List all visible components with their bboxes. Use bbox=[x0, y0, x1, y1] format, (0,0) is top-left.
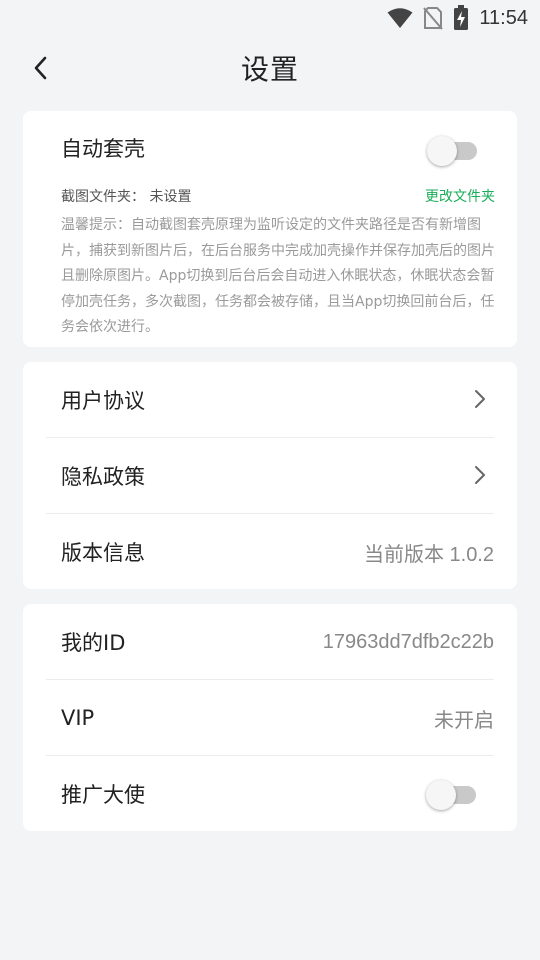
toggle-thumb bbox=[427, 136, 457, 166]
user-agreement-label: 用户协议 bbox=[61, 389, 145, 413]
header: 设置 bbox=[0, 36, 540, 98]
status-time: 11:54 bbox=[479, 6, 528, 29]
chevron-right-icon bbox=[475, 390, 485, 408]
ambassador-row: 推广大使 bbox=[46, 756, 494, 832]
ambassador-label: 推广大使 bbox=[61, 783, 145, 807]
folder-row: 截图文件夹： 未设置 更改文件夹 bbox=[61, 186, 495, 206]
vip-label: VIP bbox=[61, 706, 95, 730]
version-value: 当前版本 1.0.2 bbox=[363, 543, 494, 566]
tip-text: 温馨提示：自动截图套壳原理为监听设定的文件夹路径是否有新增图片，捕获到新图片后，… bbox=[61, 217, 495, 335]
account-card: 我的ID 17963dd7dfb2c22b VIP 未开启 推广大使 bbox=[23, 604, 517, 831]
auto-shell-card: 自动套壳 截图文件夹： 未设置 更改文件夹 温馨提示：自动截图套壳原理为监听设定… bbox=[23, 111, 517, 347]
change-folder-link[interactable]: 更改文件夹 bbox=[425, 186, 495, 206]
battery-charging-icon bbox=[454, 5, 469, 30]
auto-shell-toggle[interactable] bbox=[427, 136, 479, 166]
toggle-thumb bbox=[426, 780, 456, 810]
general-card: 用户协议 隐私政策 版本信息 当前版本 1.0.2 bbox=[23, 362, 517, 589]
auto-shell-row: 自动套壳 bbox=[61, 133, 479, 166]
wifi-icon bbox=[387, 8, 413, 28]
my-id-value: 17963dd7dfb2c22b bbox=[322, 630, 494, 653]
version-info-label: 版本信息 bbox=[61, 541, 145, 565]
no-sim-icon bbox=[423, 7, 444, 30]
privacy-policy-row[interactable]: 隐私政策 bbox=[46, 438, 494, 514]
vip-row[interactable]: VIP 未开启 bbox=[46, 680, 494, 756]
page-title: 设置 bbox=[240, 53, 299, 86]
user-agreement-row[interactable]: 用户协议 bbox=[46, 362, 494, 438]
ambassador-toggle[interactable] bbox=[426, 780, 478, 810]
privacy-policy-label: 隐私政策 bbox=[61, 465, 145, 489]
chevron-right-icon bbox=[475, 466, 485, 484]
vip-value: 未开启 bbox=[434, 709, 494, 732]
my-id-row[interactable]: 我的ID 17963dd7dfb2c22b bbox=[46, 604, 494, 680]
folder-label: 截图文件夹： 未设置 bbox=[61, 189, 192, 205]
my-id-label: 我的ID bbox=[61, 631, 126, 655]
version-info-row[interactable]: 版本信息 当前版本 1.0.2 bbox=[46, 514, 494, 590]
status-bar: 11:54 bbox=[0, 0, 540, 36]
auto-shell-label: 自动套壳 bbox=[61, 137, 145, 161]
